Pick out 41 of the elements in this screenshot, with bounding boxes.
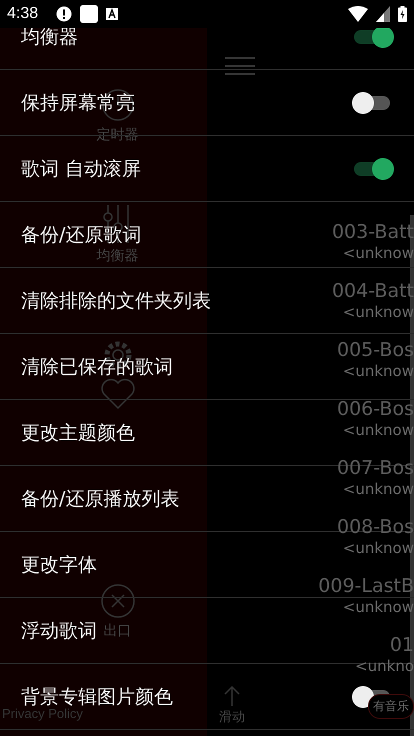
drawer-label[interactable]: 出口 [104, 622, 132, 640]
setting-label[interactable]: 更改字体 [21, 552, 97, 578]
track-title[interactable]: 008-Bos [336, 515, 414, 539]
setting-label[interactable]: 清除已保存的歌词 [21, 354, 173, 380]
swipe-hint: 滑动 [219, 709, 245, 726]
setting-label[interactable]: 更改主题颜色 [21, 420, 135, 446]
track-title[interactable]: 007-Bos [336, 456, 414, 480]
setting-label[interactable]: 均衡器 [21, 24, 78, 50]
track-title[interactable]: 01 [390, 633, 414, 657]
track-title[interactable]: 004-Batt [332, 279, 414, 303]
setting-label[interactable]: 歌词 自动滚屏 [21, 156, 142, 182]
setting-label[interactable]: 备份/还原播放列表 [21, 486, 180, 512]
track-artist: <unknow [342, 480, 414, 498]
track-artist: <unknow [342, 303, 414, 321]
drawer-label[interactable]: 均衡器 [96, 247, 138, 265]
track-artist: <unknow [342, 362, 414, 380]
up-arrow-icon [224, 686, 240, 706]
track-artist: <unknow [342, 598, 414, 616]
music-badge[interactable]: 有音乐 [368, 694, 414, 719]
status-time: 4:38 [7, 5, 38, 23]
track-title[interactable]: 009-LastB [318, 574, 414, 598]
setting-label[interactable]: 浮动歌词 [21, 618, 97, 644]
keyboard-icon [106, 8, 118, 20]
alert-icon [56, 6, 72, 22]
toggle-switch[interactable] [352, 90, 392, 114]
setting-label[interactable]: 清除排除的文件夹列表 [21, 288, 211, 314]
notification-icon [80, 5, 98, 23]
setting-label[interactable]: 背景专辑图片颜色 [21, 684, 173, 710]
signal-icon [376, 6, 390, 22]
track-artist: <unknow [342, 539, 414, 557]
toggle-switch[interactable] [352, 156, 392, 180]
setting-label[interactable]: 保持屏幕常亮 [21, 90, 135, 116]
track-artist: <unknow [342, 421, 414, 439]
track-title[interactable]: 003-Batt [332, 220, 414, 244]
track-artist: <unknow [342, 244, 414, 262]
track-title[interactable]: 006-Bos [336, 397, 414, 421]
wifi-icon [348, 6, 368, 22]
battery-icon [398, 6, 407, 22]
track-artist: <unkno [355, 657, 414, 675]
setting-label[interactable]: 备份/还原歌词 [21, 222, 142, 248]
track-title[interactable]: 005-Bos [336, 338, 414, 362]
